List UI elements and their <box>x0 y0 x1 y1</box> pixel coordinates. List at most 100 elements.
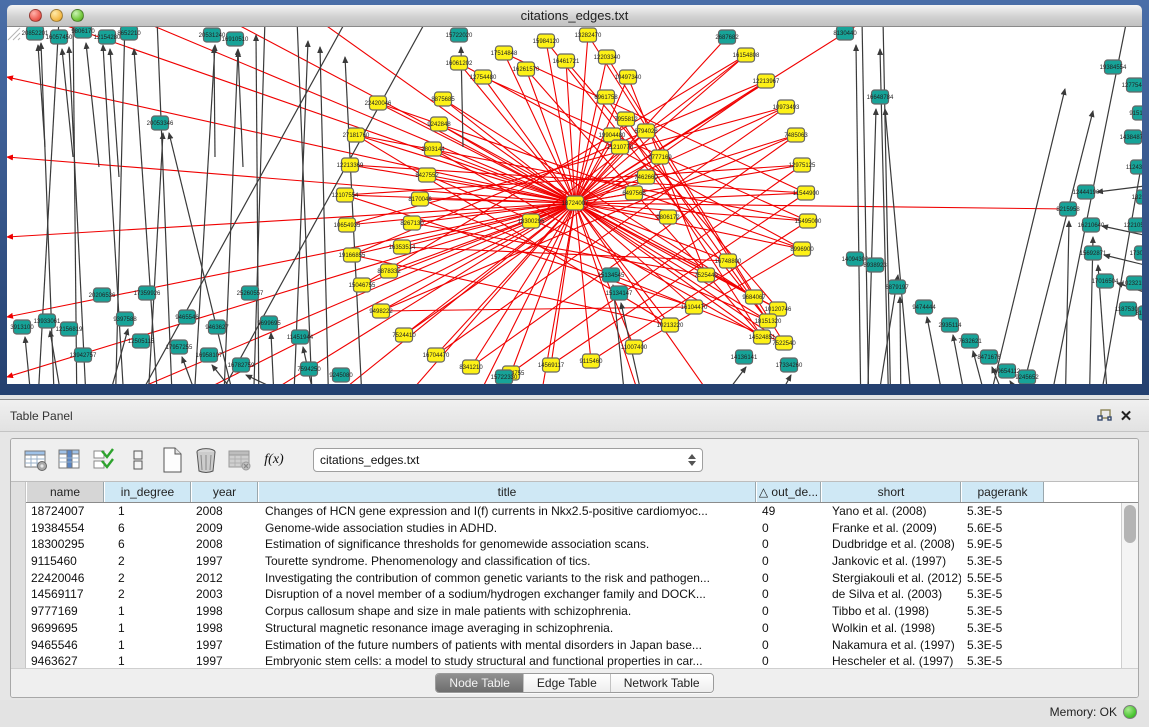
graph-node[interactable]: 12107554 <box>332 188 359 202</box>
graph-node[interactable]: 25260557 <box>237 286 264 300</box>
graph-node[interactable]: 11243120 <box>1126 160 1142 174</box>
graph-node[interactable]: 6497568 <box>622 186 646 200</box>
graph-node[interactable]: 19384554 <box>1100 60 1127 74</box>
graph-node[interactable]: 10654935 <box>334 218 361 232</box>
graph-node[interactable]: 6794028 <box>634 124 658 138</box>
float-panel-button[interactable] <box>1093 406 1115 426</box>
graph-node[interactable]: 9397588 <box>113 312 137 326</box>
window-titlebar[interactable]: citations_edges.txt <box>7 5 1142 27</box>
graph-node[interactable]: 12213369 <box>337 158 364 172</box>
graph-node[interactable]: 11544900 <box>793 186 820 200</box>
vertical-scrollbar[interactable] <box>1121 503 1138 668</box>
graph-node[interactable]: 8427552 <box>415 168 439 182</box>
graph-node[interactable]: 9474444 <box>912 300 936 314</box>
graph-node[interactable]: 16704470 <box>423 348 450 362</box>
graph-node[interactable]: 8875685 <box>431 92 455 106</box>
scrollbar-thumb[interactable] <box>1124 505 1136 543</box>
graph-node[interactable]: 16353514 <box>389 240 416 254</box>
graph-node[interactable]: 9245080 <box>329 368 353 382</box>
graph-node[interactable]: 14384870 <box>1120 130 1142 144</box>
graph-node[interactable]: 10232190 <box>1122 276 1142 290</box>
graph-node[interactable]: 17304550 <box>1130 246 1142 260</box>
graph-node[interactable]: 9498222 <box>369 304 393 318</box>
graph-node[interactable]: 15134545 <box>598 268 625 282</box>
graph-node[interactable]: 16210640 <box>1078 218 1105 232</box>
column-header-in-degree[interactable]: in_degree <box>104 482 191 502</box>
graph-node[interactable]: 10973493 <box>773 100 800 114</box>
graph-node[interactable]: 8996900 <box>790 242 814 256</box>
tab-network-table[interactable]: Network Table <box>611 674 713 692</box>
graph-node[interactable]: 16910510 <box>222 32 249 46</box>
resize-grip-icon[interactable] <box>7 27 21 41</box>
close-window-button[interactable] <box>29 9 42 22</box>
close-panel-button[interactable]: ✕ <box>1115 406 1137 426</box>
graph-node[interactable]: 15722020 <box>446 28 473 42</box>
graph-node[interactable]: 7522540 <box>772 336 796 350</box>
graph-node[interactable]: 13933061 <box>34 314 61 328</box>
column-header-title[interactable]: title <box>258 482 756 502</box>
graph-node[interactable]: 14136141 <box>731 350 758 364</box>
graph-node[interactable]: 15984120 <box>533 34 560 48</box>
graph-node[interactable]: 14569117 <box>538 358 565 372</box>
graph-node[interactable]: 7485063 <box>784 128 808 142</box>
graph-node[interactable]: 12210550 <box>1124 218 1142 232</box>
graph-node[interactable]: 7632621 <box>958 334 982 348</box>
graph-node[interactable]: 9684067 <box>742 290 766 304</box>
graph-node[interactable]: 8267130 <box>400 216 424 230</box>
table-row[interactable]: 977716911998Corpus callosum shape and si… <box>26 603 1121 620</box>
minimize-window-button[interactable] <box>50 9 63 22</box>
table-settings-button[interactable] <box>19 444 53 476</box>
graph-node[interactable]: 9115460 <box>580 354 604 368</box>
table-row[interactable]: 946554611997Estimation of the future num… <box>26 637 1121 654</box>
graph-node[interactable]: 12203340 <box>594 50 621 64</box>
graph-node[interactable]: 17334260 <box>776 358 803 372</box>
graph-node[interactable]: 8938923 <box>863 258 887 272</box>
graph-node[interactable]: 9806172 <box>656 210 680 224</box>
graph-node[interactable]: 8170046 <box>408 192 432 206</box>
graph-node[interactable]: 9242848 <box>427 117 451 131</box>
graph-node[interactable]: 6879197 <box>885 280 909 294</box>
graph-node[interactable]: 2687682 <box>715 30 739 44</box>
graph-node[interactable]: 15692871 <box>1080 246 1107 260</box>
delete-table-button[interactable] <box>189 444 223 476</box>
table-row[interactable]: 1830029562008Estimation of significance … <box>26 536 1121 553</box>
column-header-short[interactable]: short <box>821 482 961 502</box>
column-header-year[interactable]: year <box>191 482 258 502</box>
graph-node[interactable]: 8652210 <box>117 27 141 40</box>
graph-node[interactable]: 17016504 <box>1092 274 1119 288</box>
graph-node[interactable]: 13282470 <box>575 28 602 42</box>
table-row[interactable]: 1872400712008Changes of HCN gene express… <box>26 503 1121 520</box>
graph-node[interactable]: 16261570 <box>513 62 540 76</box>
graph-node[interactable]: 7525440 <box>694 268 718 282</box>
graph-node[interactable]: 7524410 <box>392 328 416 342</box>
column-header-pagerank[interactable]: pagerank <box>961 482 1044 502</box>
function-builder-button[interactable]: f(x) <box>257 444 291 476</box>
import-table-button[interactable] <box>223 444 257 476</box>
table-row[interactable]: 2242004622012Investigating the contribut… <box>26 570 1121 587</box>
graph-node[interactable]: 10497340 <box>615 70 642 84</box>
graph-node[interactable]: 8130440 <box>833 27 857 40</box>
graph-node[interactable]: 9463627 <box>205 320 229 334</box>
graph-node[interactable]: 6961758 <box>594 90 618 104</box>
graph-node[interactable]: 8878332 <box>377 264 401 278</box>
zoom-window-button[interactable] <box>71 9 84 22</box>
graph-node[interactable]: 12975125 <box>789 158 816 172</box>
column-select-button[interactable] <box>53 444 87 476</box>
graph-node[interactable]: 13942757 <box>70 348 97 362</box>
graph-node[interactable]: 15495000 <box>795 214 822 228</box>
cell-view-button[interactable] <box>121 444 155 476</box>
tab-edge-table[interactable]: Edge Table <box>524 674 611 692</box>
graph-node[interactable]: 12444190 <box>1073 185 1100 199</box>
table-row[interactable]: 969969511998Structural magnetic resonanc… <box>26 620 1121 637</box>
table-row[interactable]: 1456911722003Disruption of a novel membe… <box>26 586 1121 603</box>
graph-node[interactable]: 16648784 <box>867 90 894 104</box>
graph-node[interactable]: 2803144 <box>421 142 445 156</box>
graph-node[interactable]: 9465546 <box>175 310 199 324</box>
table-row[interactable]: 946362711997Embryonic stem cells: a mode… <box>26 653 1121 668</box>
graph-node[interactable]: 17359926 <box>134 286 161 300</box>
graph-node[interactable]: 13264470 <box>1132 190 1142 204</box>
new-table-button[interactable] <box>155 444 189 476</box>
column-header-name[interactable]: name <box>26 482 104 502</box>
graph-node[interactable]: 16057450 <box>46 30 73 44</box>
graph-node[interactable]: 16782759 <box>228 358 255 372</box>
